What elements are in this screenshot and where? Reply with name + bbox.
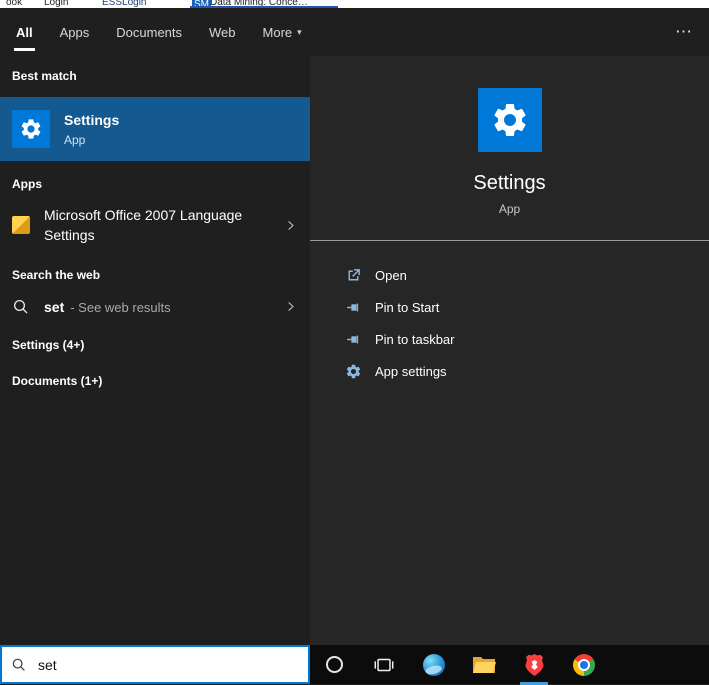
action-label: App settings (375, 363, 447, 379)
tab-label: Documents (116, 24, 183, 40)
pin-icon (345, 299, 362, 316)
action-open[interactable]: Open (345, 259, 709, 291)
chevron-down-icon: ▾ (297, 26, 302, 37)
web-result-text: set - See web results (44, 299, 171, 315)
task-view-icon[interactable] (372, 653, 396, 677)
gear-icon (21, 119, 41, 139)
search-results-panel: Best match Settings App Apps Microsoft O… (0, 56, 310, 645)
group-settings[interactable]: Settings (4+) (0, 330, 310, 360)
preview-title: Settings (473, 172, 546, 194)
search-web-section-header: Search the web (12, 267, 101, 282)
preview-pane: Settings App Open Pin to Start Pin to ta… (310, 56, 709, 645)
office-language-icon (12, 216, 30, 235)
action-pin-to-taskbar[interactable]: Pin to taskbar (345, 323, 709, 355)
best-match-header: Best match (12, 69, 77, 83)
result-web-search[interactable]: set - See web results (0, 290, 310, 324)
open-icon (345, 267, 362, 284)
file-explorer-icon[interactable] (472, 653, 496, 677)
search-input[interactable] (36, 655, 299, 674)
red-app-icon[interactable] (520, 653, 548, 685)
action-label: Pin to Start (375, 299, 440, 315)
chrome-icon[interactable] (572, 653, 596, 677)
preview-actions: Open Pin to Start Pin to taskbar App set… (310, 241, 709, 387)
settings-app-tile (477, 88, 542, 152)
bookmark-item[interactable]: ESSLogin (102, 0, 146, 8)
tab-label: Web (209, 24, 236, 40)
best-match-result-settings[interactable]: Settings App (0, 97, 310, 161)
action-app-settings[interactable]: App settings (345, 355, 709, 387)
bookmark-item[interactable]: Login (44, 0, 68, 8)
bookmark-item[interactable]: ook (6, 0, 22, 8)
taskbar-search-box[interactable] (0, 645, 310, 684)
web-suffix: - See web results (70, 299, 171, 315)
gear-icon (493, 104, 526, 136)
overflow-menu-button[interactable]: ⋯ (675, 8, 693, 56)
tab-label: More (262, 24, 293, 40)
group-documents[interactable]: Documents (1+) (0, 366, 310, 396)
search-icon (11, 657, 27, 673)
apps-section-header: Apps (12, 177, 42, 191)
tab-all[interactable]: All (14, 8, 35, 56)
result-title: Microsoft Office 2007 Language Settings (44, 207, 243, 244)
tab-label: Apps (59, 24, 90, 40)
chevron-right-icon[interactable] (283, 299, 298, 314)
result-title: Settings (64, 112, 120, 129)
tab-apps[interactable]: Apps (60, 8, 90, 56)
tab-web[interactable]: Web (209, 8, 236, 56)
search-icon (12, 298, 30, 316)
bookmark-underline (190, 6, 338, 8)
settings-app-tile (12, 110, 50, 148)
result-subtitle: App (64, 132, 86, 147)
edge-icon[interactable] (422, 653, 446, 677)
tab-documents[interactable]: Documents (116, 8, 182, 56)
cortana-icon[interactable] (322, 653, 346, 677)
browser-bookmarks-bar: ook Login ESSLogin SM Data Mining: Conce… (0, 0, 709, 8)
web-query: set (44, 298, 65, 315)
search-filter-tabs: All Apps Documents Web More ▾ ⋯ (0, 8, 709, 56)
gear-icon (345, 363, 362, 380)
action-label: Pin to taskbar (375, 331, 455, 347)
taskbar (310, 645, 709, 685)
action-label: Open (375, 267, 407, 283)
chevron-right-icon[interactable] (283, 218, 298, 233)
tab-more[interactable]: More ▾ (263, 8, 302, 56)
action-pin-to-start[interactable]: Pin to Start (345, 291, 709, 323)
pin-icon (345, 331, 362, 348)
best-match-text: Settings App (64, 111, 119, 147)
preview-subtitle: App (498, 202, 521, 216)
tab-label: All (16, 24, 33, 40)
result-office-language-settings[interactable]: Microsoft Office 2007 Language Settings (0, 199, 310, 252)
